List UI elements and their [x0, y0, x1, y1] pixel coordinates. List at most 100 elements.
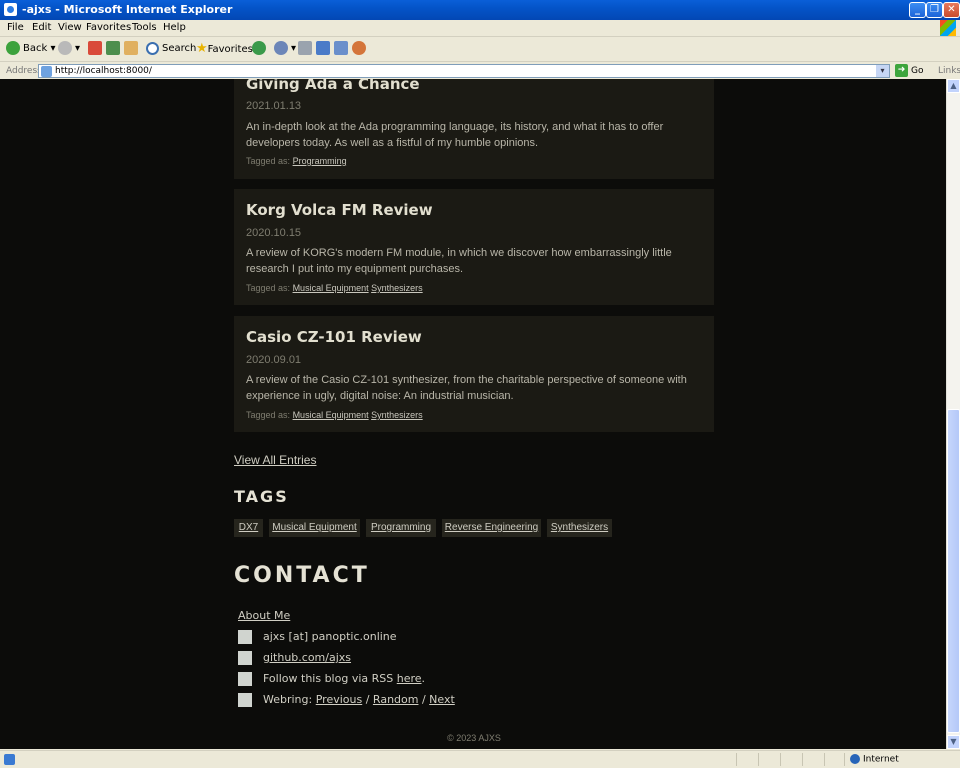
- post-card: Giving Ada a Chance 2021.01.13 An in-dep…: [234, 79, 714, 179]
- close-button[interactable]: ✕: [943, 2, 960, 18]
- favorites-button[interactable]: ★Favorites: [196, 41, 253, 57]
- webring-next-link[interactable]: Next: [429, 693, 455, 706]
- tag-link[interactable]: Programming: [371, 522, 431, 533]
- view-all-entries-link[interactable]: View All Entries: [234, 453, 316, 467]
- post-date: 2020.10.15: [246, 227, 302, 239]
- github-link[interactable]: github.com/ajxs: [263, 651, 351, 664]
- tag-link[interactable]: DX7: [239, 522, 258, 533]
- messenger-icon: [352, 41, 366, 55]
- menu-edit[interactable]: Edit: [32, 22, 51, 33]
- contact-about: About Me: [238, 609, 290, 622]
- stop-button[interactable]: [88, 41, 105, 57]
- tag-link[interactable]: Musical Equipment: [293, 283, 369, 293]
- discuss-button[interactable]: [334, 41, 351, 57]
- status-divider: [844, 753, 845, 766]
- rss-icon: [238, 672, 252, 686]
- page-viewport: Giving Ada a Chance 2021.01.13 An in-dep…: [0, 79, 946, 749]
- post-summary: A review of the Casio CZ-101 synthesizer…: [246, 374, 687, 402]
- tag-item: Synthesizers: [547, 519, 612, 537]
- contact-heading: CONTACT: [234, 563, 370, 588]
- about-me-link[interactable]: About Me: [238, 609, 290, 622]
- edit-button[interactable]: [316, 41, 333, 57]
- menu-view[interactable]: View: [58, 22, 82, 33]
- go-arrow-icon: ➜: [895, 64, 908, 77]
- menu-tools[interactable]: Tools: [132, 22, 157, 33]
- contact-email: ajxs [at] panoptic.online: [263, 630, 397, 643]
- post-card: Casio CZ-101 Review 2020.09.01 A review …: [234, 316, 714, 432]
- status-divider: [736, 753, 737, 766]
- tag-link[interactable]: Synthesizers: [371, 283, 423, 293]
- post-date: 2020.09.01: [246, 354, 302, 366]
- post-title[interactable]: Casio CZ-101 Review: [246, 328, 422, 346]
- tag-link[interactable]: Reverse Engineering: [445, 522, 538, 533]
- menu-help[interactable]: Help: [163, 22, 186, 33]
- scroll-down-icon[interactable]: ▼: [947, 735, 960, 749]
- tag-list: DX7 Musical Equipment Programming Revers…: [234, 519, 714, 537]
- print-icon: [298, 41, 312, 55]
- post-summary: A review of KORG's modern FM module, in …: [246, 247, 672, 275]
- webring-random-link[interactable]: Random: [373, 693, 419, 706]
- refresh-icon: [106, 41, 120, 55]
- mail-icon: [274, 41, 288, 55]
- go-button[interactable]: ➜ Go: [895, 64, 923, 78]
- window-titlebar: -ajxs - Microsoft Internet Explorer _ ❐ …: [0, 0, 960, 20]
- stop-icon: [88, 41, 102, 55]
- mail-button[interactable]: ▾: [274, 41, 296, 57]
- minimize-button[interactable]: _: [909, 2, 926, 18]
- post-title[interactable]: Giving Ada a Chance: [246, 79, 420, 93]
- history-icon: [252, 41, 266, 55]
- refresh-button[interactable]: [106, 41, 123, 57]
- search-button[interactable]: Search: [146, 41, 196, 57]
- address-input[interactable]: [55, 65, 855, 77]
- forward-arrow-icon: [58, 41, 72, 55]
- tag-item: DX7: [234, 519, 263, 537]
- ie-app-icon[interactable]: [4, 3, 17, 16]
- post-tags: Tagged as: Musical Equipment Synthesizer…: [246, 283, 423, 293]
- tag-link[interactable]: Musical Equipment: [293, 410, 369, 420]
- tag-link[interactable]: Synthesizers: [371, 410, 423, 420]
- window-title: -ajxs - Microsoft Internet Explorer: [22, 3, 233, 16]
- webring-text: Webring: Previous / Random / Next: [263, 693, 455, 706]
- address-field[interactable]: ▾: [38, 64, 890, 78]
- page-status-icon: [4, 754, 15, 765]
- post-card: Korg Volca FM Review 2020.10.15 A review…: [234, 189, 714, 305]
- address-dropdown-icon[interactable]: ▾: [876, 65, 889, 77]
- windows-logo-icon: [940, 20, 956, 36]
- globe-icon: [850, 754, 860, 764]
- webring-icon: [238, 693, 252, 707]
- rss-text: Follow this blog via RSS here.: [263, 672, 426, 685]
- tag-item: Programming: [366, 519, 436, 537]
- vertical-scrollbar[interactable]: ▲ ▼: [946, 79, 960, 749]
- discuss-icon: [334, 41, 348, 55]
- security-zone: Internet: [850, 754, 899, 765]
- tag-item: Reverse Engineering: [442, 519, 541, 537]
- home-button[interactable]: [124, 41, 141, 57]
- tag-link[interactable]: Musical Equipment: [272, 522, 356, 533]
- scroll-up-icon[interactable]: ▲: [947, 79, 960, 93]
- restore-button[interactable]: ❐: [926, 2, 943, 18]
- tag-link[interactable]: Programming: [293, 156, 347, 166]
- scroll-thumb[interactable]: [947, 409, 960, 733]
- edit-icon: [316, 41, 330, 55]
- status-divider: [802, 753, 803, 766]
- status-divider: [758, 753, 759, 766]
- address-label: Address: [6, 66, 42, 76]
- menu-favorites[interactable]: Favorites: [86, 22, 131, 33]
- back-button[interactable]: Back ▾: [6, 41, 55, 57]
- print-button[interactable]: [298, 41, 315, 57]
- menu-file[interactable]: File: [7, 22, 24, 33]
- post-date: 2021.01.13: [246, 100, 302, 112]
- home-icon: [124, 41, 138, 55]
- page-icon: [41, 66, 52, 77]
- history-button[interactable]: [252, 41, 269, 57]
- forward-button[interactable]: ▾: [58, 41, 80, 57]
- post-title[interactable]: Korg Volca FM Review: [246, 201, 433, 219]
- tag-link[interactable]: Synthesizers: [551, 522, 608, 533]
- post-tags: Tagged as: Programming: [246, 156, 347, 166]
- menu-bar: File Edit View Favorites Tools Help: [0, 20, 960, 37]
- links-button[interactable]: Links: [938, 66, 960, 76]
- tag-item: Musical Equipment: [269, 519, 360, 537]
- webring-previous-link[interactable]: Previous: [316, 693, 363, 706]
- rss-link[interactable]: here: [397, 672, 422, 685]
- messenger-button[interactable]: [352, 41, 369, 57]
